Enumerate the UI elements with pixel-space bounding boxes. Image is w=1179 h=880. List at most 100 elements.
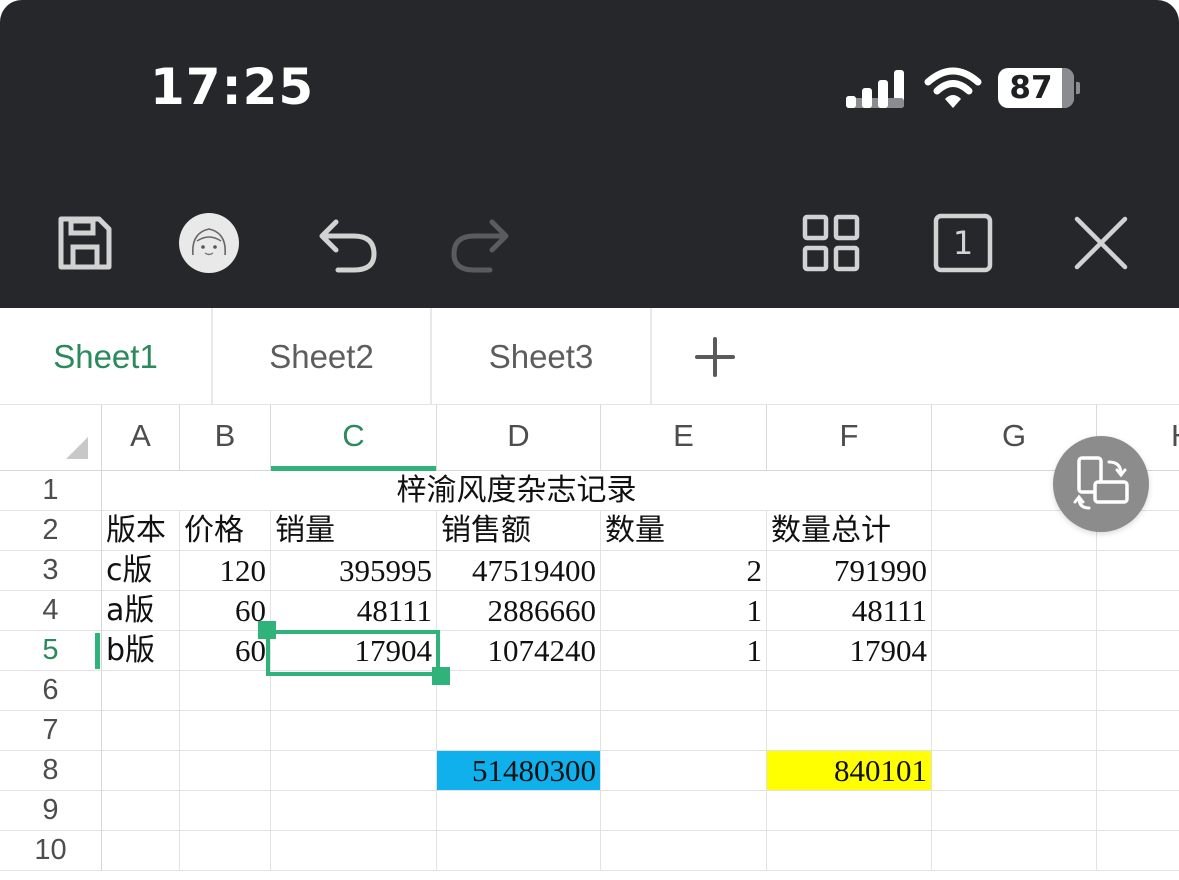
cell-f10[interactable] [767,831,932,871]
row-header-4[interactable]: 4 [0,591,102,631]
tab-sheet2[interactable]: Sheet2 [213,308,432,405]
row-header-6[interactable]: 6 [0,671,102,711]
cell-a4[interactable]: a版 [102,591,180,631]
row-header-10[interactable]: 10 [0,831,102,871]
cell-g4[interactable] [932,591,1097,631]
column-header-d[interactable]: D [437,405,601,471]
cell-h8[interactable] [1097,751,1179,791]
cell-e7[interactable] [601,711,767,751]
tab-sheet3[interactable]: Sheet3 [432,308,652,405]
column-header-a[interactable]: A [102,405,180,471]
cell-f2[interactable]: 数量总计 [767,511,932,551]
cell-c6[interactable] [271,671,437,711]
cell-e8[interactable] [601,751,767,791]
cell-c2[interactable]: 销量 [271,511,437,551]
row-header-5[interactable]: 5 [0,631,102,671]
column-header-e[interactable]: E [601,405,767,471]
cell-f8-total[interactable]: 840101 [767,751,932,791]
top-bar: 17:25 87 1 [0,0,1179,308]
cell-h9[interactable] [1097,791,1179,831]
cell-d10[interactable] [437,831,601,871]
cell-d7[interactable] [437,711,601,751]
cell-c9[interactable] [271,791,437,831]
column-header-c[interactable]: C [271,405,437,471]
redo-button[interactable] [446,208,516,278]
row-header-2[interactable]: 2 [0,511,102,551]
undo-button[interactable] [312,208,382,278]
add-sheet-button[interactable] [652,308,778,405]
cell-a8[interactable] [102,751,180,791]
cell-f5[interactable]: 17904 [767,631,932,671]
cell-d3[interactable]: 47519400 [437,551,601,591]
cell-e4[interactable]: 1 [601,591,767,631]
cell-g10[interactable] [932,831,1097,871]
page-count-button[interactable]: 1 [928,208,998,278]
cell-e2[interactable]: 数量 [601,511,767,551]
cell-g6[interactable] [932,671,1097,711]
cell-f4[interactable]: 48111 [767,591,932,631]
row-header-3[interactable]: 3 [0,551,102,591]
cell-d4[interactable]: 2886660 [437,591,601,631]
cell-c10[interactable] [271,831,437,871]
cell-h3[interactable] [1097,551,1179,591]
cell-h5[interactable] [1097,631,1179,671]
cell-e3[interactable]: 2 [601,551,767,591]
cell-f6[interactable] [767,671,932,711]
cell-h6[interactable] [1097,671,1179,711]
cell-g5[interactable] [932,631,1097,671]
cell-a1-title[interactable]: 梓渝风度杂志记录 [102,471,932,511]
cell-b8[interactable] [180,751,271,791]
selection-handle-bottom-right[interactable] [432,667,450,685]
cell-d8-total[interactable]: 51480300 [437,751,601,791]
grid-view-button[interactable] [796,208,866,278]
cell-b7[interactable] [180,711,271,751]
cell-a6[interactable] [102,671,180,711]
cell-b2[interactable]: 价格 [180,511,271,551]
cell-h10[interactable] [1097,831,1179,871]
cell-b6[interactable] [180,671,271,711]
avatar-button[interactable] [174,208,244,278]
cell-e6[interactable] [601,671,767,711]
cell-c8[interactable] [271,751,437,791]
cell-d5[interactable]: 1074240 [437,631,601,671]
tab-sheet1[interactable]: Sheet1 [0,308,213,405]
cell-a9[interactable] [102,791,180,831]
switch-layout-button[interactable] [1053,436,1149,532]
cell-f3[interactable]: 791990 [767,551,932,591]
cell-d9[interactable] [437,791,601,831]
row-header-8[interactable]: 8 [0,751,102,791]
cell-e5[interactable]: 1 [601,631,767,671]
row-header-9[interactable]: 9 [0,791,102,831]
cell-a5[interactable]: b版 [102,631,180,671]
cell-a2[interactable]: 版本 [102,511,180,551]
cell-b10[interactable] [180,831,271,871]
cell-d6[interactable] [437,671,601,711]
cell-e9[interactable] [601,791,767,831]
cell-c7[interactable] [271,711,437,751]
selection-handle-top-left[interactable] [258,621,276,639]
select-all-corner[interactable] [0,405,102,471]
cell-a3[interactable]: c版 [102,551,180,591]
save-button[interactable] [50,208,120,278]
cell-b9[interactable] [180,791,271,831]
cell-h7[interactable] [1097,711,1179,751]
cell-f7[interactable] [767,711,932,751]
column-header-f[interactable]: F [767,405,932,471]
row-header-1[interactable]: 1 [0,471,102,511]
cell-g3[interactable] [932,551,1097,591]
close-button[interactable] [1066,208,1136,278]
cell-h4[interactable] [1097,591,1179,631]
cell-a10[interactable] [102,831,180,871]
row-header-7[interactable]: 7 [0,711,102,751]
cell-g9[interactable] [932,791,1097,831]
cell-a7[interactable] [102,711,180,751]
cell-f9[interactable] [767,791,932,831]
cell-b3[interactable]: 120 [180,551,271,591]
cell-c4[interactable]: 48111 [271,591,437,631]
cell-g8[interactable] [932,751,1097,791]
cell-d2[interactable]: 销售额 [437,511,601,551]
cell-c3[interactable]: 395995 [271,551,437,591]
column-header-b[interactable]: B [180,405,271,471]
cell-g7[interactable] [932,711,1097,751]
cell-e10[interactable] [601,831,767,871]
